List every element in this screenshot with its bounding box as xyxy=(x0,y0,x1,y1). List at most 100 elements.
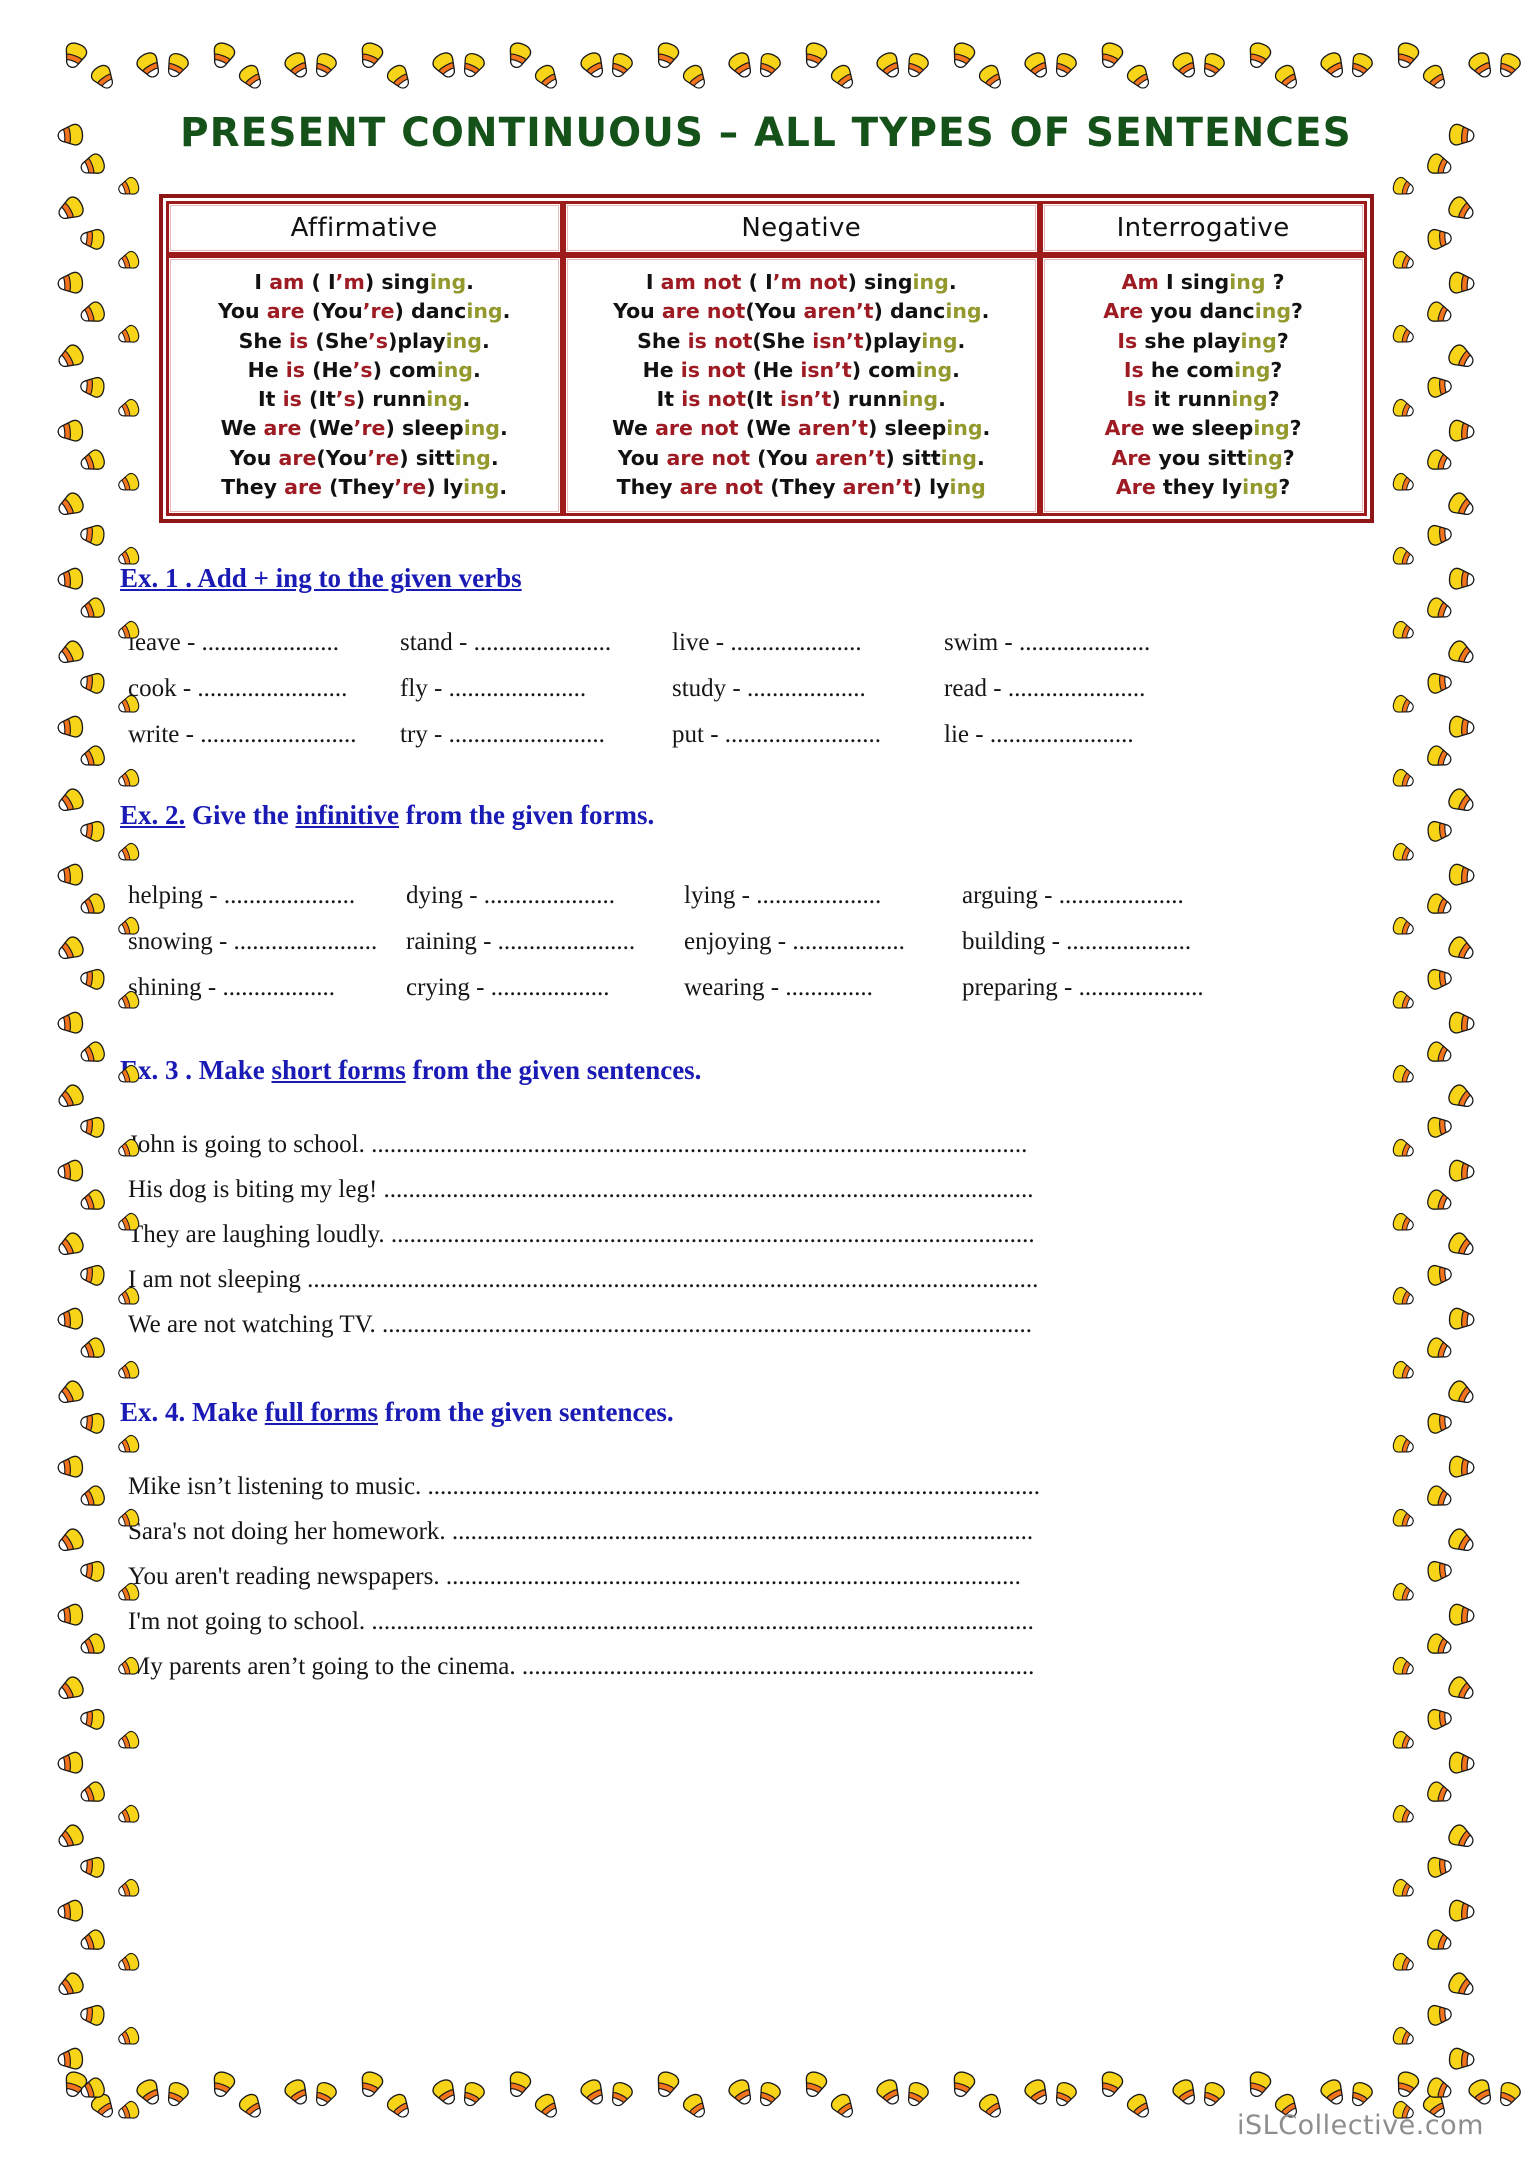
verb-blank-item[interactable]: swim - ..................... xyxy=(944,620,1216,666)
candy-corn-icon xyxy=(1420,1477,1458,1517)
candy-corn-icon xyxy=(1423,222,1454,257)
affirmative-line: He is (He’s) coming. xyxy=(247,357,481,382)
verb-blank-item[interactable]: building - .................... xyxy=(962,919,1262,965)
candy-corn-icon xyxy=(526,2085,569,2127)
candy-corn-icon xyxy=(275,44,319,87)
candy-corn-icon xyxy=(600,2074,641,2113)
candy-corn-icon xyxy=(942,2064,984,2104)
candy-corn-icon xyxy=(50,1075,93,1119)
candy-corn-icon xyxy=(1423,1406,1454,1441)
affirmative-line: They are (They’re) lying. xyxy=(221,475,508,500)
candy-corn-icon xyxy=(1163,44,1207,87)
candy-corn-icon xyxy=(77,666,108,701)
verb-blank-item[interactable]: cook - ........................ xyxy=(128,666,400,712)
affirmative-line: You are(You’re) sitting. xyxy=(229,445,499,470)
page-title: PRESENT CONTINUOUS – ALL TYPES OF SENTEN… xyxy=(180,110,1352,156)
candy-corn-icon xyxy=(74,885,112,925)
candy-corn-icon xyxy=(50,1963,93,2007)
verb-blank-item[interactable]: helping - ..................... xyxy=(128,873,406,919)
candy-corn-icon xyxy=(127,2071,171,2114)
sentence-blank-item[interactable]: They are laughing loudly. ..............… xyxy=(128,1212,1412,1257)
candy-corn-icon xyxy=(55,1597,88,1633)
candy-corn-icon xyxy=(1445,413,1478,449)
islcollective-watermark: iSLCollective.com xyxy=(1237,2110,1484,2141)
candy-corn-icon xyxy=(867,2071,911,2114)
interrogative-line: Is she playing? xyxy=(1117,328,1289,353)
candy-corn-icon xyxy=(1440,187,1483,231)
candy-corn-icon xyxy=(674,2085,717,2127)
verb-blank-item[interactable]: lying - .................... xyxy=(684,873,962,919)
candy-corn-icon xyxy=(1420,441,1458,481)
verb-blank-item[interactable]: stand - ...................... xyxy=(400,620,672,666)
exercise-1: Ex. 1 . Add + ing to the given verbs lea… xyxy=(120,563,1412,758)
candy-corn-icon xyxy=(1459,2071,1503,2114)
verb-blank-item[interactable]: try - ......................... xyxy=(400,712,672,758)
candy-corn-icon xyxy=(1445,1745,1478,1781)
candy-corn-icon xyxy=(50,631,93,675)
candy-corn-icon xyxy=(156,2074,197,2113)
verb-blank-item[interactable]: read - ...................... xyxy=(944,666,1216,712)
sentence-blank-item[interactable]: Mike isn’t listening to music. .........… xyxy=(128,1464,1412,1509)
candy-corn-icon xyxy=(50,1815,93,1859)
verb-blank-item[interactable]: enjoying - .................. xyxy=(684,919,962,965)
negative-line: I am not ( I’m not) singing. xyxy=(645,270,957,294)
verb-blank-item[interactable]: study - ................... xyxy=(672,666,944,712)
candy-corn-icon xyxy=(50,187,93,231)
verb-blank-item[interactable]: snowing - ....................... xyxy=(128,919,406,965)
sentence-blank-item[interactable]: My parents aren’t going to the cinema. .… xyxy=(128,1644,1412,1689)
candy-corn-icon xyxy=(1015,2071,1059,2114)
candy-corn-icon xyxy=(55,265,88,301)
verb-blank-item[interactable]: wearing - .............. xyxy=(684,965,962,1011)
verb-blank-item[interactable]: write - ......................... xyxy=(128,712,400,758)
sentence-blank-item[interactable]: I'm not going to school. ...............… xyxy=(128,1599,1412,1644)
candy-corn-icon xyxy=(55,1449,88,1485)
sentence-blank-item[interactable]: You aren't reading newspapers. .........… xyxy=(128,1554,1412,1599)
candy-corn-icon xyxy=(74,1477,112,1517)
interrogative-line: Are we sleeping? xyxy=(1104,416,1302,441)
verb-blank-item[interactable]: leave - ...................... xyxy=(128,620,400,666)
candy-corn-icon xyxy=(82,2085,125,2127)
candy-corn-icon xyxy=(74,1033,112,1073)
sentence-blank-item[interactable]: His dog is biting my leg! ..............… xyxy=(128,1167,1412,1212)
candy-corn-icon xyxy=(113,2094,146,2129)
candy-corn-icon xyxy=(55,1301,88,1337)
verb-blank-item[interactable]: arguing - .................... xyxy=(962,873,1262,919)
header-affirmative: Affirmative xyxy=(165,201,563,255)
candy-corn-icon xyxy=(113,1724,146,1759)
verb-blank-item[interactable]: live - ..................... xyxy=(672,620,944,666)
candy-corn-icon xyxy=(1423,1850,1454,1885)
affirmative-line: We are (We’re) sleeping. xyxy=(220,416,508,441)
sentence-blank-item[interactable]: Sara's not doing her homework. .........… xyxy=(128,1509,1412,1554)
verb-blank-item[interactable]: shining - .................. xyxy=(128,965,406,1011)
verb-blank-item[interactable]: put - ......................... xyxy=(672,712,944,758)
candy-corn-icon xyxy=(719,44,763,87)
sentence-blank-item[interactable]: We are not watching TV. ................… xyxy=(128,1302,1412,1347)
candy-corn-icon xyxy=(748,45,789,84)
negative-line: You are not(You aren’t) dancing. xyxy=(613,299,990,324)
exercise-3-sentence-list: John is going to school. ...............… xyxy=(120,1122,1412,1347)
verb-blank-item[interactable]: dying - ..................... xyxy=(406,873,684,919)
candy-corn-icon xyxy=(1420,1625,1458,1665)
candy-corn-icon xyxy=(55,561,88,597)
candy-corn-icon xyxy=(1423,1110,1454,1145)
candy-corn-icon xyxy=(77,962,108,997)
candy-corn-icon xyxy=(1423,814,1454,849)
verb-blank-item[interactable]: crying - ................... xyxy=(406,965,684,1011)
header-negative-label: Negative xyxy=(741,213,862,243)
sentence-blank-item[interactable]: I am not sleeping ......................… xyxy=(128,1257,1412,1302)
verb-blank-item[interactable]: fly - ...................... xyxy=(400,666,672,712)
candy-corn-icon xyxy=(1420,1773,1458,1813)
candy-corn-icon xyxy=(1445,117,1478,153)
candy-corn-icon xyxy=(719,2071,763,2114)
cell-affirmative: I am ( I’m) singing. You are (You’re) dan… xyxy=(165,255,563,517)
interrogative-line: Is he coming? xyxy=(1123,357,1283,382)
verb-blank-item[interactable]: lie - ....................... xyxy=(944,712,1216,758)
verb-blank-item[interactable]: raining - ...................... xyxy=(406,919,684,965)
candy-corn-icon xyxy=(1192,45,1233,84)
exercise-3-heading-post: from the given sentences. xyxy=(405,1055,702,1086)
sentence-blank-item[interactable]: John is going to school. ...............… xyxy=(128,1122,1412,1167)
candy-corn-icon xyxy=(1090,35,1132,75)
candy-corn-icon xyxy=(498,35,540,75)
verb-blank-item[interactable]: preparing - .................... xyxy=(962,965,1262,1011)
cell-negative: I am not ( I’m not) singing. You are not(… xyxy=(562,255,1040,517)
